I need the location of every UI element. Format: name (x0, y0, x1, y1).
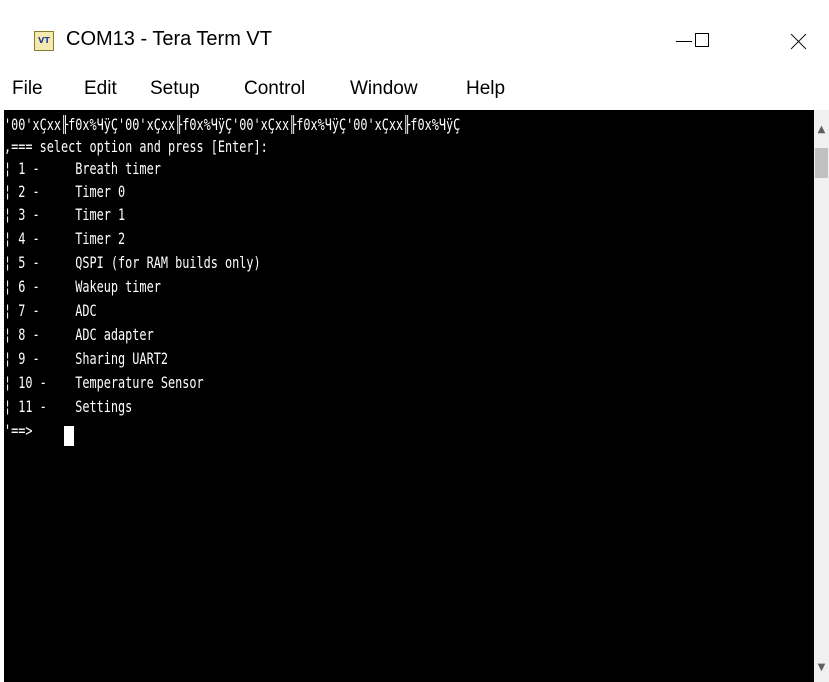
maximize-button[interactable] (676, 20, 726, 60)
vertical-scrollbar[interactable]: ▲ ▼ (814, 110, 829, 682)
tera-term-icon[interactable]: VT (34, 31, 54, 51)
scroll-down-arrow-icon[interactable]: ▼ (814, 658, 829, 678)
option-line: ¦ 7 - ADC (4, 301, 97, 320)
menu-control[interactable]: Control (244, 78, 305, 100)
option-line: ¦ 3 - Timer 1 (4, 205, 126, 224)
terminal-screen[interactable]: '00'xÇxx╟f0x%ЧÿÇ'00'xÇxx╟f0x%ЧÿÇ'00'xÇxx… (4, 110, 814, 682)
text-cursor (64, 426, 74, 446)
option-line: ¦ 11 - Settings (4, 397, 133, 416)
menu-setup[interactable]: Setup (150, 78, 200, 100)
menu-bar: File Edit Setup Control Window Help (0, 72, 829, 110)
menu-edit[interactable]: Edit (84, 78, 117, 100)
scroll-up-arrow-icon[interactable]: ▲ (814, 120, 829, 140)
menu-prompt-title: ,=== select option and press [Enter]: (4, 137, 268, 156)
input-prompt: '==> (4, 421, 33, 440)
option-line: ¦ 10 - Temperature Sensor (4, 373, 204, 392)
close-button[interactable] (774, 20, 824, 60)
option-line: ¦ 6 - Wakeup timer (4, 277, 161, 296)
title-bar[interactable]: VT COM13 - Tera Term VT (0, 0, 829, 72)
option-line: ¦ 1 - Breath timer (4, 159, 161, 178)
option-line: ¦ 2 - Timer 0 (4, 182, 126, 201)
scroll-thumb[interactable] (815, 148, 828, 178)
option-line: ¦ 4 - Timer 2 (4, 229, 126, 248)
menu-help[interactable]: Help (466, 78, 505, 100)
menu-window[interactable]: Window (350, 78, 418, 100)
menu-file[interactable]: File (12, 78, 43, 100)
window-title: COM13 - Tera Term VT (66, 28, 272, 50)
option-line: ¦ 5 - QSPI (for RAM builds only) (4, 253, 261, 272)
option-line: ¦ 8 - ADC adapter (4, 325, 154, 344)
option-line: ¦ 9 - Sharing UART2 (4, 349, 168, 368)
terminal-noise-line: '00'xÇxx╟f0x%ЧÿÇ'00'xÇxx╟f0x%ЧÿÇ'00'xÇxx… (4, 115, 461, 134)
